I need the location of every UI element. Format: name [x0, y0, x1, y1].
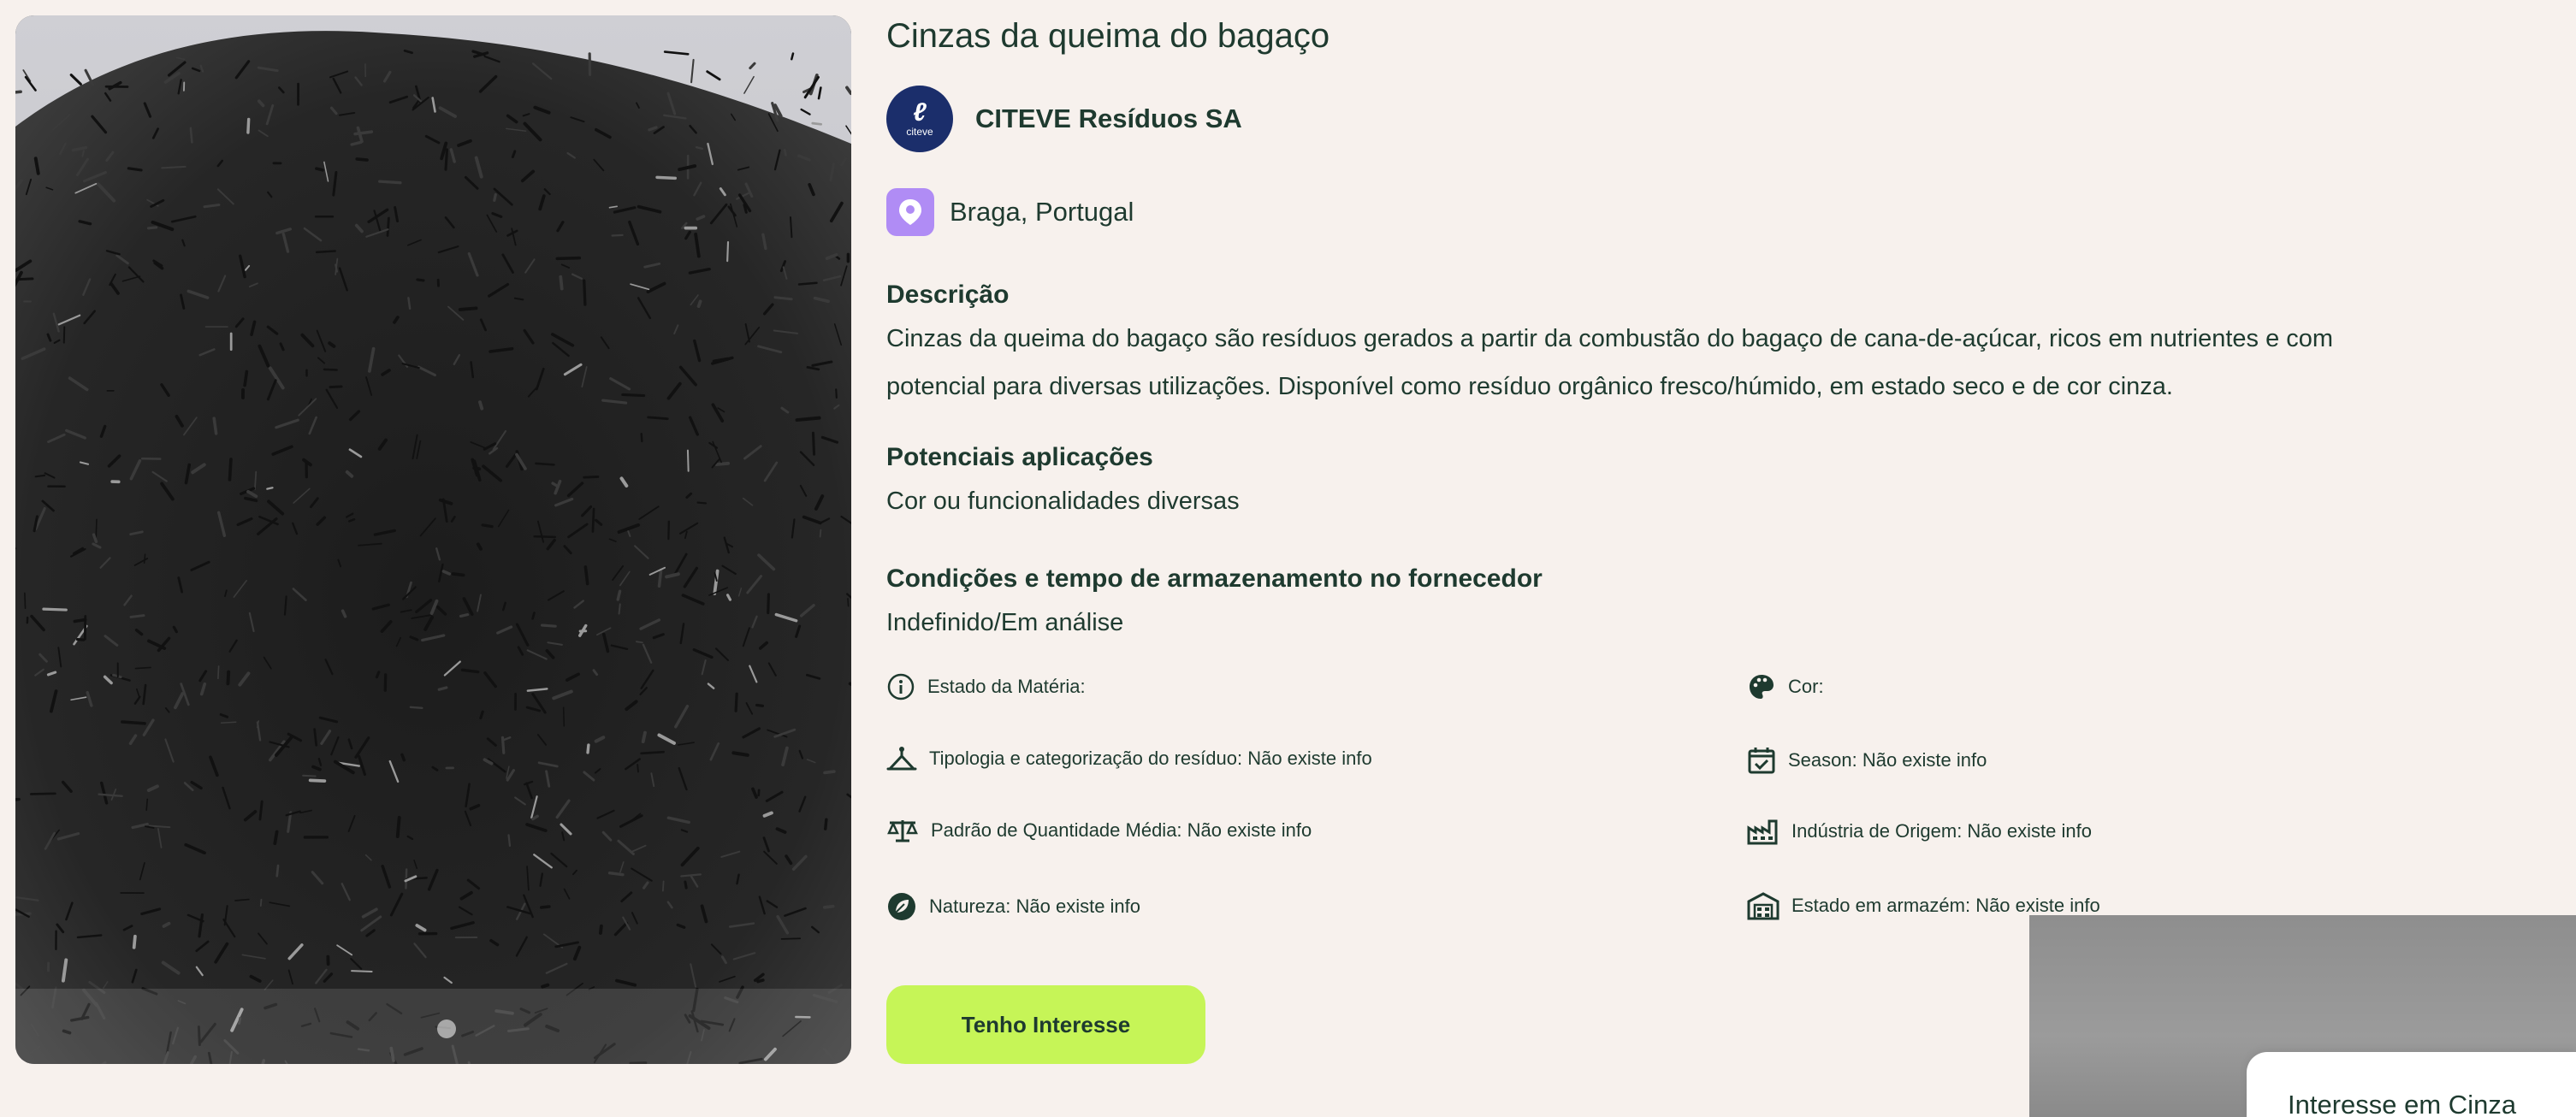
company-logo-text: citeve — [906, 126, 933, 138]
interest-popover: Interesse em Cinza — [2247, 1052, 2576, 1117]
attr-natureza: Natureza: Não existe info — [886, 891, 1140, 922]
description-line-2: potencial para diversas utilizações. Dis… — [886, 373, 2173, 400]
product-image-gallery[interactable] — [15, 15, 851, 1064]
calendar-check-icon — [1748, 748, 1775, 774]
company-logo: ℓ citeve — [886, 86, 953, 152]
attr-season: Season: Não existe info — [1747, 746, 1987, 775]
scale-icon — [887, 820, 918, 842]
attr-cor: Cor: — [1747, 672, 1824, 701]
interest-button[interactable]: Tenho Interesse — [886, 985, 1205, 1064]
attr-padrao-quantidade: Padrão de Quantidade Média: Não existe i… — [886, 818, 1312, 843]
product-image — [15, 15, 851, 1064]
attr-industria-origem: Indústria de Origem: Não existe info — [1747, 818, 2092, 845]
company-name[interactable]: CITEVE Resíduos SA — [975, 103, 1242, 134]
description-line-1: Cinzas da queima do bagaço são resíduos … — [886, 325, 2334, 352]
factory-icon — [1747, 819, 1778, 845]
gallery-nav-bar — [15, 989, 851, 1064]
warehouse-icon — [1747, 892, 1780, 920]
attr-tipologia: Tipologia e categorização do resíduo: Nã… — [886, 746, 1372, 771]
company-row[interactable]: ℓ citeve CITEVE Resíduos SA — [886, 86, 1242, 152]
applications-heading: Potenciais aplicações — [886, 443, 1153, 471]
storage-text: Indefinido/Em análise — [886, 609, 1124, 636]
location-row: Braga, Portugal — [886, 188, 1134, 236]
location-pin-icon — [886, 188, 934, 236]
gallery-dot-indicator[interactable] — [437, 1019, 456, 1038]
description-heading: Descrição — [886, 281, 1010, 309]
leaf-icon — [888, 893, 915, 920]
category-icon — [886, 747, 917, 771]
storage-heading: Condições e tempo de armazenamento no fo… — [886, 564, 1543, 593]
attr-estado-materia: Estado da Matéria: — [886, 672, 1086, 701]
location-text: Braga, Portugal — [950, 197, 1134, 227]
company-logo-mark: ℓ — [913, 98, 927, 127]
popover-title: Interesse em Cinza — [2288, 1090, 2517, 1117]
product-title: Cinzas da queima do bagaço — [886, 17, 1330, 55]
palette-icon — [1750, 675, 1774, 699]
info-circle-icon — [887, 673, 915, 700]
applications-text: Cor ou funcionalidades diversas — [886, 488, 1240, 515]
